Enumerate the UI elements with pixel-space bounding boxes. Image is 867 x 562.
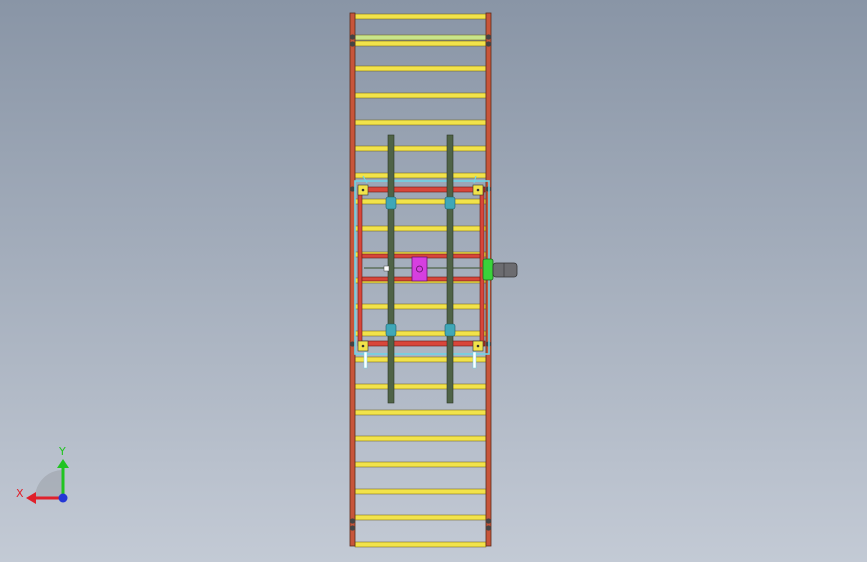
conveyor-roller — [354, 225, 487, 232]
conveyor-assembly-drawing[interactable]: Y X — [0, 0, 867, 562]
carriage-left-beam — [357, 186, 363, 347]
rail-bolt — [485, 34, 492, 40]
conveyor-roller — [354, 40, 487, 47]
rail-bolt — [349, 518, 356, 524]
rail-bolt — [485, 525, 492, 531]
rail-bolt — [349, 41, 356, 47]
conveyor-roller — [354, 435, 487, 442]
shaft-bearing — [385, 196, 397, 210]
left-stop-post — [363, 351, 368, 369]
gear-motor-body[interactable] — [492, 262, 518, 278]
carriage-top-beam — [359, 186, 486, 193]
conveyor-roller — [354, 92, 487, 99]
shaft-bearing — [385, 323, 397, 337]
guide-rod-clamp — [383, 265, 390, 272]
rail-bolt — [349, 525, 356, 531]
rail-bolt — [485, 518, 492, 524]
conveyor-roller — [354, 65, 487, 72]
triad-z-axis-dot — [58, 493, 68, 503]
triad-y-label: Y — [58, 445, 66, 458]
corner-block-bolt — [361, 344, 365, 348]
lift-cylinder-block[interactable] — [411, 256, 428, 282]
conveyor-roller — [354, 34, 487, 41]
conveyor-roller — [354, 541, 487, 548]
conveyor-roller — [354, 13, 487, 20]
right-drive-shaft[interactable] — [446, 134, 454, 404]
cad-viewport[interactable]: Y X — [0, 0, 867, 562]
conveyor-roller — [354, 303, 487, 310]
conveyor-roller — [354, 356, 487, 363]
conveyor-roller — [354, 461, 487, 468]
gear-motor-mount[interactable] — [482, 258, 494, 281]
corner-block-bolt — [476, 188, 480, 192]
conveyor-roller — [354, 409, 487, 416]
triad-x-label: X — [16, 487, 24, 500]
shaft-bearing — [444, 323, 456, 337]
conveyor-roller — [354, 514, 487, 521]
rail-bolt — [485, 41, 492, 47]
conveyor-roller — [354, 172, 487, 179]
conveyor-roller — [354, 145, 487, 152]
conveyor-roller — [354, 330, 487, 337]
corner-block-bolt — [361, 188, 365, 192]
conveyor-roller — [354, 383, 487, 390]
right-stop-post — [472, 351, 477, 369]
conveyor-roller — [354, 198, 487, 205]
corner-block-bolt — [476, 344, 480, 348]
conveyor-roller — [354, 119, 487, 126]
shaft-bearing — [444, 196, 456, 210]
conveyor-roller — [354, 488, 487, 495]
rail-bolt — [349, 34, 356, 40]
carriage-bottom-beam — [359, 340, 486, 347]
